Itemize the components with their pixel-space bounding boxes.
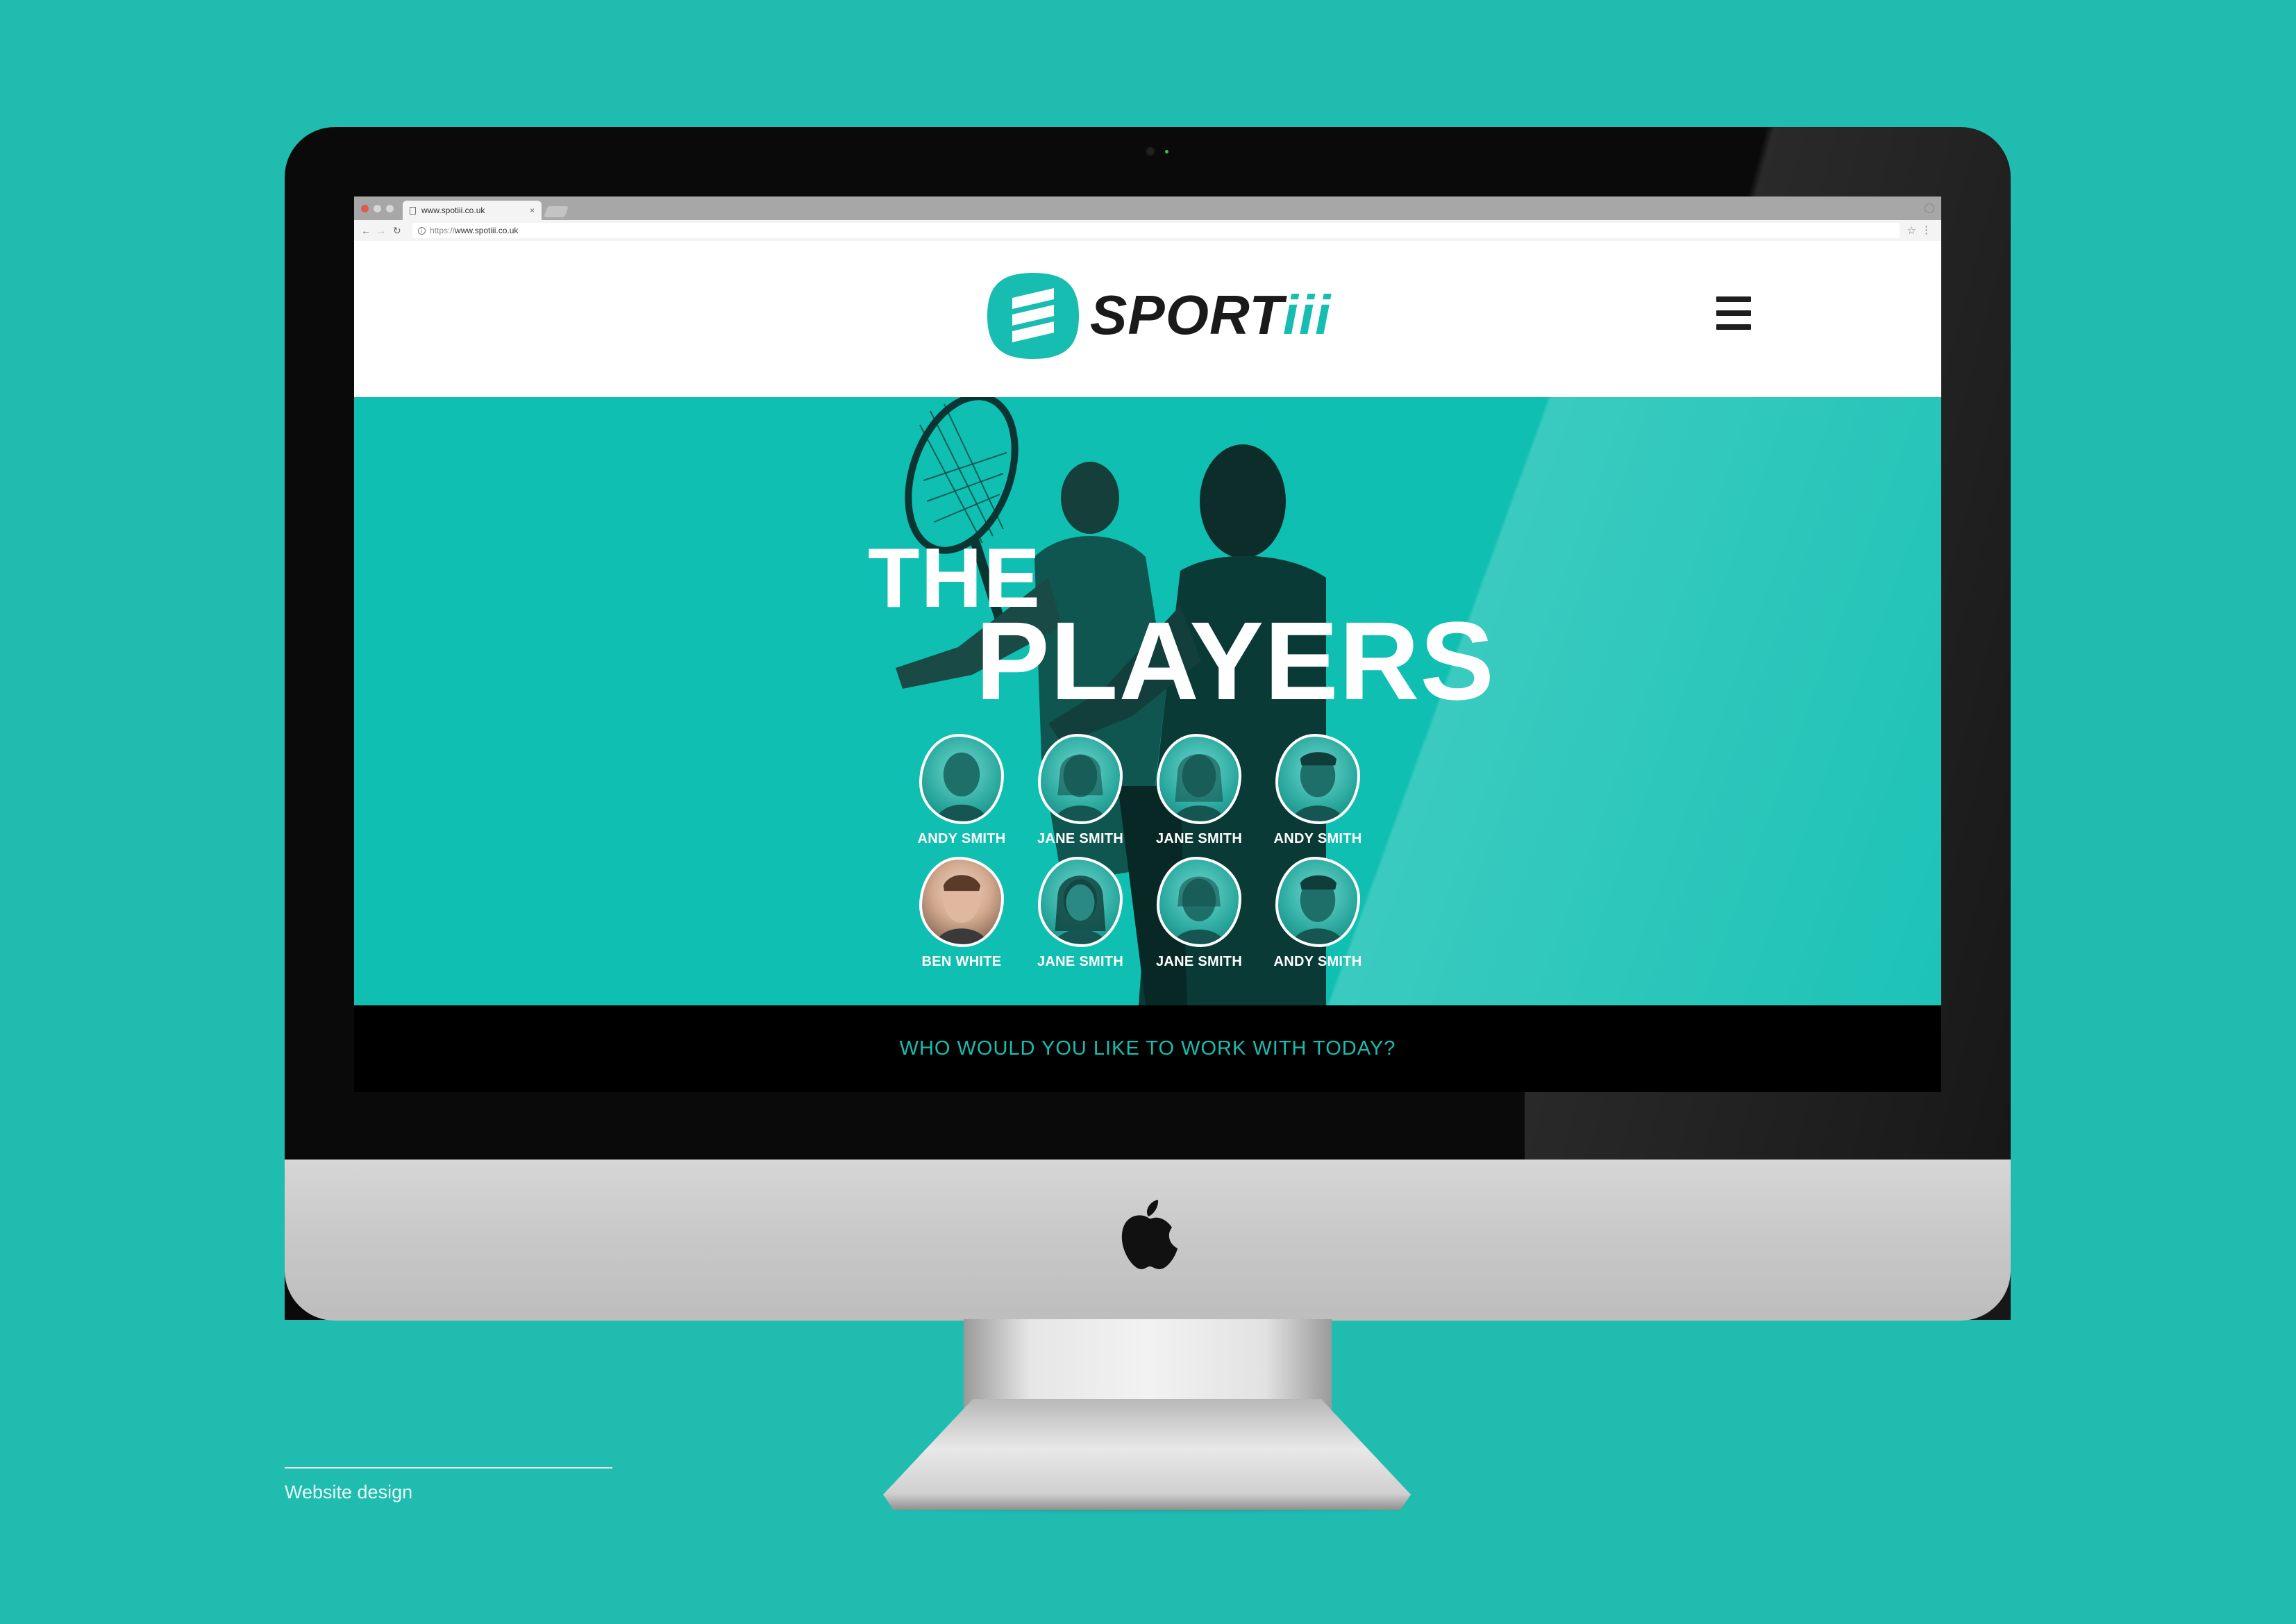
player-name: ANDY SMITH (1273, 831, 1362, 846)
player-card[interactable]: BEN WHITE (916, 857, 1007, 970)
player-name: BEN WHITE (921, 954, 1002, 969)
avatar-face (1291, 875, 1345, 944)
minimize-window-button[interactable] (374, 205, 381, 212)
player-card[interactable]: JANE SMITH (1035, 857, 1125, 970)
new-tab-button[interactable] (544, 206, 569, 217)
avatar-face (1172, 876, 1226, 944)
browser-tab[interactable]: www.spotiii.co.uk × (403, 201, 542, 220)
hamburger-line (1716, 310, 1751, 316)
page-icon (410, 206, 416, 215)
logo-word-accent: iii (1282, 284, 1332, 346)
avatar-face (1172, 754, 1226, 821)
player-avatar[interactable] (1157, 857, 1241, 947)
player-name: JANE SMITH (1037, 954, 1124, 969)
player-card[interactable]: ANDY SMITH (916, 734, 1007, 847)
camera-led (1165, 150, 1168, 153)
player-avatar[interactable] (1275, 734, 1360, 824)
avatar-face (1053, 754, 1107, 821)
info-icon[interactable]: i (418, 226, 426, 235)
url-prefix: https:// (430, 226, 455, 235)
player-card[interactable]: ANDY SMITH (1273, 734, 1363, 847)
site-header: SPORTiii (354, 241, 1941, 397)
profile-icon[interactable] (1925, 203, 1934, 213)
player-name: ANDY SMITH (1273, 954, 1362, 969)
close-window-button[interactable] (361, 205, 369, 212)
player-avatar[interactable] (919, 857, 1004, 947)
imac-stand-base (883, 1399, 1411, 1510)
forward-arrow-icon[interactable]: → (376, 224, 386, 237)
hamburger-line (1716, 296, 1751, 302)
hero-section: THE PLAYERS ANDY SMITH JANE SMITH JANE S… (354, 397, 1941, 1005)
player-card[interactable]: JANE SMITH (1035, 734, 1125, 847)
address-bar: ← → ↻ i https://www.spotiii.co.uk ☆ ⋮ (354, 220, 1941, 242)
player-name: ANDY SMITH (917, 831, 1006, 846)
player-name: JANE SMITH (1155, 831, 1243, 846)
url-host: www.spotiii.co.uk (455, 226, 519, 235)
player-avatar[interactable] (1157, 734, 1241, 824)
avatar-face (1291, 752, 1345, 821)
browser-screen: www.spotiii.co.uk × ← → ↻ i https://www.… (354, 196, 1941, 1092)
logo-word-main: SPORT (1090, 284, 1283, 346)
cta-bar[interactable]: WHO WOULD YOU LIKE TO WORK WITH TODAY? (354, 1005, 1941, 1092)
hero-title-players: PLAYERS (975, 598, 1495, 723)
avatar-face (935, 875, 989, 944)
camera-icon (1146, 147, 1155, 156)
star-icon[interactable]: ☆ (1907, 224, 1916, 237)
reload-icon[interactable]: ↻ (393, 224, 401, 237)
player-name: JANE SMITH (1037, 831, 1124, 846)
avatar-face (935, 752, 989, 821)
back-arrow-icon[interactable]: ← (361, 224, 371, 237)
menu-dots-icon[interactable]: ⋮ (1921, 224, 1932, 236)
hamburger-line (1716, 324, 1751, 330)
maximize-window-button[interactable] (386, 205, 394, 212)
avatar-face (1053, 876, 1107, 944)
player-avatar[interactable] (919, 734, 1004, 824)
caption-text: Website design (285, 1482, 413, 1502)
player-avatar[interactable] (1275, 857, 1360, 947)
tab-close-icon[interactable]: × (530, 206, 535, 215)
cta-text[interactable]: WHO WOULD YOU LIKE TO WORK WITH TODAY? (900, 1037, 1396, 1060)
player-card[interactable]: ANDY SMITH (1273, 857, 1363, 970)
player-avatar[interactable] (1038, 734, 1123, 824)
hamburger-icon[interactable] (1716, 296, 1751, 330)
player-card[interactable]: JANE SMITH (1154, 857, 1244, 970)
url-input[interactable]: i https://www.spotiii.co.uk (412, 223, 1900, 238)
logo-mark-icon[interactable] (984, 270, 1082, 362)
player-grid: ANDY SMITH JANE SMITH JANE SMITH ANDY SM… (916, 734, 1361, 970)
player-name: JANE SMITH (1155, 954, 1243, 969)
caption-divider (285, 1467, 612, 1468)
player-avatar[interactable] (1038, 857, 1123, 947)
player-card[interactable]: JANE SMITH (1154, 734, 1244, 847)
logo-wordmark[interactable]: SPORTiii (1090, 284, 1331, 346)
tab-strip: www.spotiii.co.uk × (354, 196, 1941, 220)
apple-logo-icon (1121, 1200, 1178, 1269)
tab-title: www.spotiii.co.uk (421, 206, 485, 215)
